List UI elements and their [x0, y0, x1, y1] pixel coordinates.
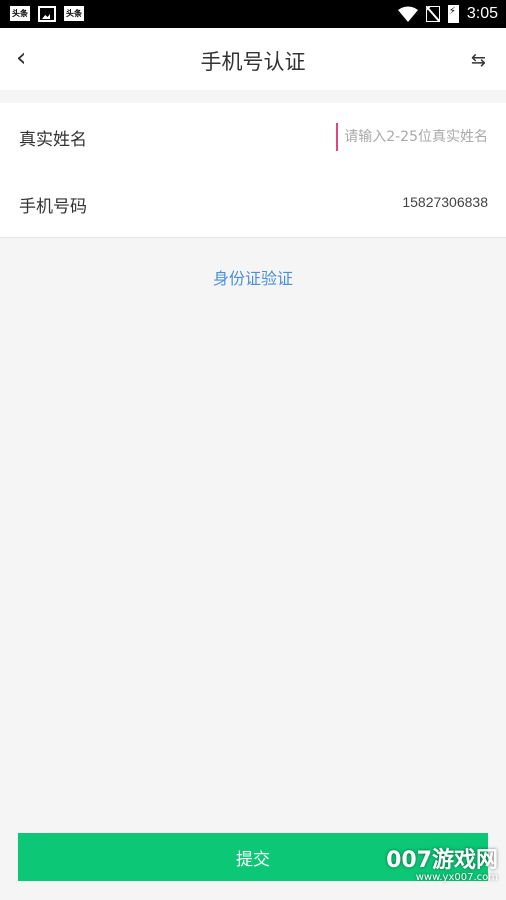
app-header: ‹ 手机号认证 ⇆ — [0, 28, 506, 90]
real-name-label: 真实姓名 — [19, 130, 87, 150]
toutiao-icon: 头条 — [64, 6, 84, 21]
clock: 3:05 — [466, 5, 498, 22]
id-card-verify-link[interactable]: 身份证验证 — [0, 265, 506, 289]
wifi-icon — [397, 6, 418, 22]
no-sim-icon — [425, 6, 440, 22]
watermark-url: www.yx007.com — [415, 872, 498, 883]
phone-row: 手机号码 15827306838 — [0, 170, 506, 237]
notification-icons: 头条 头条 — [10, 6, 84, 22]
toutiao-icon: 头条 — [10, 6, 30, 21]
page-title: 手机号认证 — [200, 50, 306, 74]
status-bar: 头条 头条 3:05 — [0, 0, 506, 28]
system-icons: 3:05 — [397, 4, 498, 24]
watermark-logo: 007游戏网 — [386, 848, 498, 873]
phone-number-value: 15827306838 — [402, 194, 488, 210]
battery-charging-icon — [447, 5, 459, 23]
real-name-input[interactable] — [336, 123, 488, 151]
verification-form: 真实姓名 手机号码 15827306838 — [0, 103, 506, 238]
watermark: 007游戏网 www.yx007.com — [386, 848, 498, 884]
image-icon — [38, 6, 56, 22]
phone-label: 手机号码 — [19, 197, 87, 217]
real-name-row: 真实姓名 — [0, 103, 506, 170]
switch-arrows-icon[interactable]: ⇆ — [471, 50, 486, 71]
